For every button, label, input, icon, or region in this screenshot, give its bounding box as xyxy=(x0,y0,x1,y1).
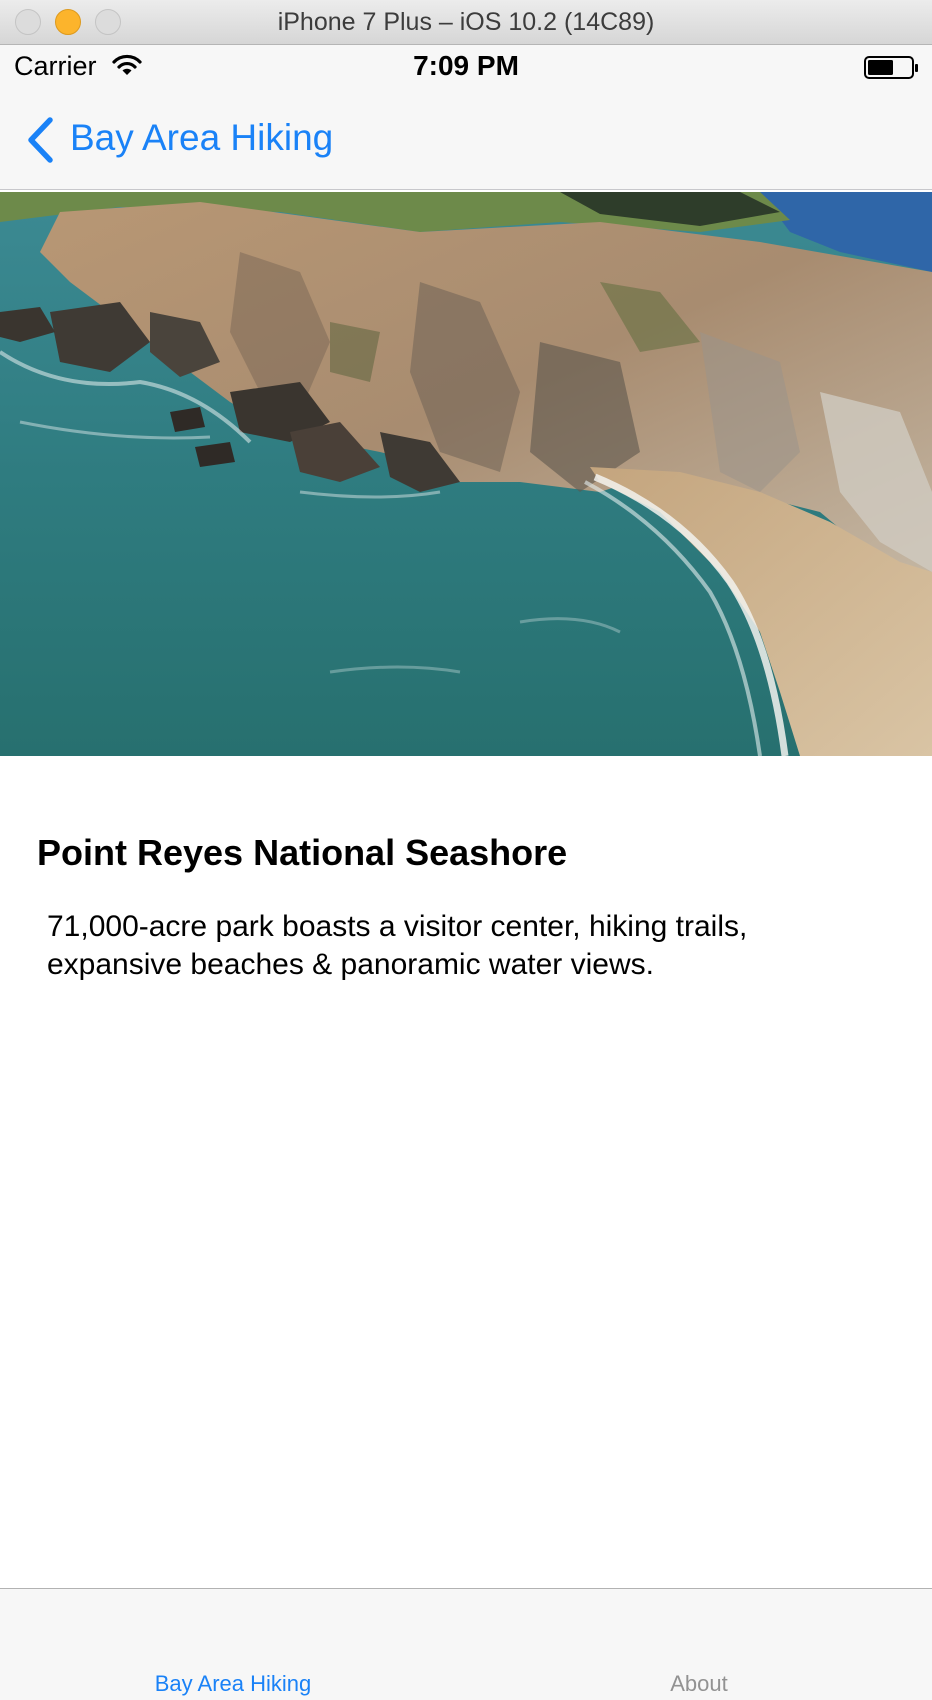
battery-icon xyxy=(864,56,920,85)
back-button-label: Bay Area Hiking xyxy=(70,117,334,158)
tab-about-label: About xyxy=(670,1671,728,1696)
simulator-window: iPhone 7 Plus – iOS 10.2 (14C89) Carrier… xyxy=(0,0,932,1700)
tab-bay-area-hiking-label: Bay Area Hiking xyxy=(154,1671,312,1696)
navigation-bar: Bay Area Hiking xyxy=(0,89,932,190)
park-title: Point Reyes National Seashore xyxy=(37,832,568,873)
park-photo xyxy=(0,192,932,756)
tab-bay-area-hiking[interactable]: Bay Area Hiking xyxy=(0,1589,466,1700)
status-time: 7:09 PM xyxy=(413,50,519,81)
status-bar: Carrier 7:09 PM xyxy=(0,45,932,89)
tab-bar: Bay Area Hiking About xyxy=(0,1588,932,1700)
window-title: iPhone 7 Plus – iOS 10.2 (14C89) xyxy=(277,8,655,36)
window-titlebar[interactable]: iPhone 7 Plus – iOS 10.2 (14C89) xyxy=(0,0,932,45)
park-description: 71,000-acre park boasts a visitor center… xyxy=(47,910,748,981)
chevron-left-icon xyxy=(26,117,56,168)
tab-about[interactable]: About xyxy=(466,1589,932,1700)
